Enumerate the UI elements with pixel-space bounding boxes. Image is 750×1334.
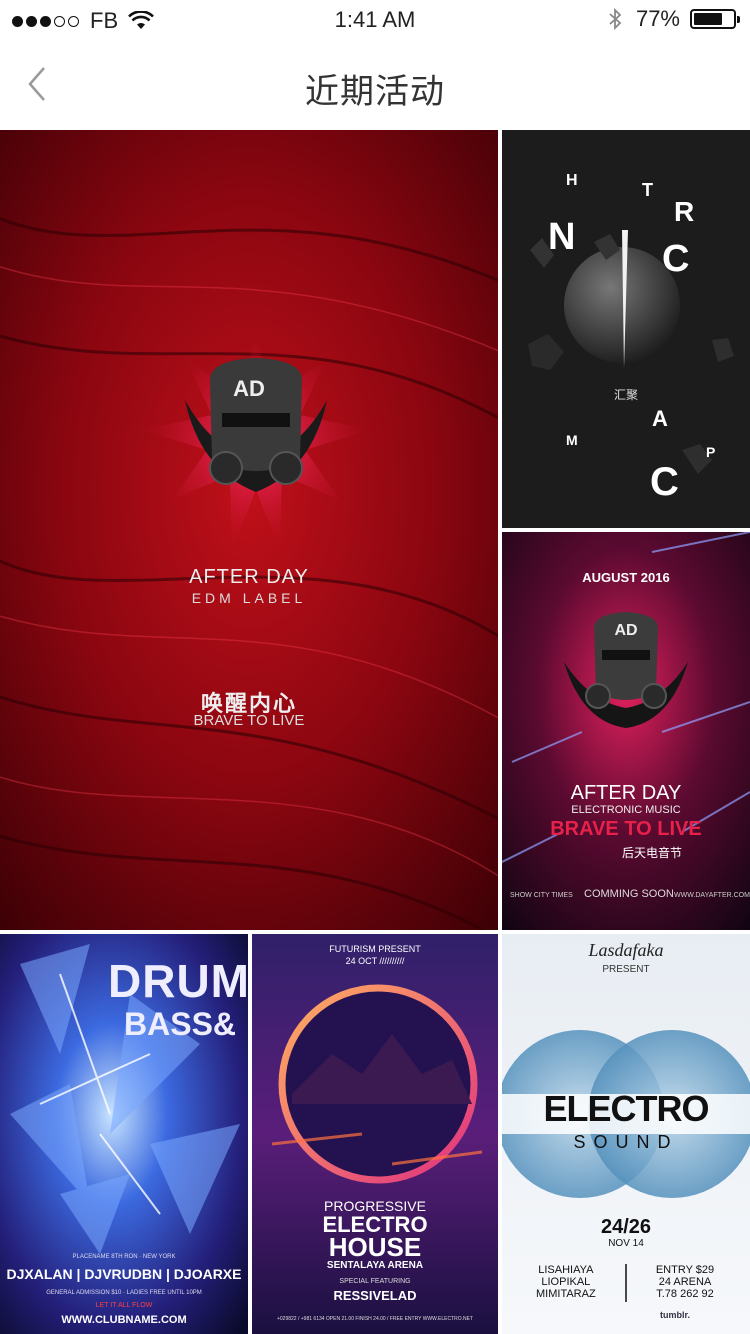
space-letter: H [566,172,578,189]
house-footer: +029822 / +981 6134 OPEN 21.00 FINISH 24… [276,1316,473,1322]
afterday-august-slogan: BRAVE TO LIVE [550,818,702,840]
poster-electro-house-art [252,934,498,1334]
space-letter: P [706,444,716,460]
electro-entry: ENTRY $29 [655,1264,715,1276]
electro-social: tumblr. [660,1310,691,1320]
electro-venue: 24 ARENA [658,1276,712,1288]
space-letter: C [662,238,690,280]
drum-subtitle: BASS& [124,1006,237,1042]
afterday-subtitle: EDM LABEL [191,590,307,606]
drum-djs: DJXALAN | DJVRUDBN | DJOARXE [6,1266,242,1282]
poster-drum-bass[interactable]: DRUM BASS& PLACENAME 8TH RON · NEW YORK … [0,934,248,1334]
house-featuring: RESSIVELAD [333,1288,417,1303]
afterday-august-footer-right: WWW.DAYAFTER.COM [674,892,750,899]
electro-present: PRESENT [602,964,650,975]
house-venue: SENTALAYA ARENA [326,1260,424,1271]
poster-afterday-main[interactable]: AD AFTER DAY EDM LABEL 唤醒内心 BRAVE TO LIV… [0,130,498,930]
space-letter: R [674,196,695,227]
nav-bar: 近期活动 [0,40,750,128]
battery-icon [690,9,740,29]
afterday-august-festival: 后天电音节 [622,846,683,860]
status-bar: FB 1:41 AM 77% [0,0,750,40]
poster-electro-sound[interactable]: Lasdafaka PRESENT ELECTRO SOUND 24/26 NO… [502,934,750,1334]
electro-month: NOV 14 [608,1238,644,1249]
bluetooth-icon [609,7,622,31]
poster-space[interactable]: H T R N C M A P C 汇聚 [502,130,750,528]
poster-afterday-august[interactable]: AUGUST 2016 AD AFTER DAY ELECTRONIC MUSI… [502,532,750,930]
electro-title: ELECTRO [543,1088,709,1129]
electro-brand: Lasdafaka [588,940,664,960]
poster-afterday-august-art [502,532,750,930]
drum-venue: PLACENAME 8TH RON · NEW YORK [72,1254,176,1260]
drum-admission: GENERAL ADMISSION $10 · LADIES FREE UNTI… [46,1290,202,1296]
afterday-august-date: AUGUST 2016 [582,570,670,585]
battery-percent: 77% [635,6,680,31]
house-line3: HOUSE [328,1232,422,1262]
drum-tagline: LET IT ALL FLOW [95,1302,153,1309]
poster-afterday-main-art [0,130,498,930]
house-featuring-label: SPECIAL FEATURING [339,1278,411,1285]
afterday-august-footer-left: SHOW CITY TIMES [510,892,573,899]
space-letter: N [548,216,576,258]
afterday-slogan-en: BRAVE TO LIVE [193,712,305,729]
space-caption: 汇聚 [613,388,638,402]
poster-space-art [502,130,750,528]
space-letter: M [566,432,578,448]
afterday-title: AFTER DAY [189,566,309,588]
electro-subtitle: SOUND [573,1132,679,1152]
afterday-august-logo: AD [614,622,638,639]
space-letter: T [642,180,653,200]
electro-date: 24/26 [600,1216,652,1238]
electro-dj: LISAHIAYA [538,1264,594,1276]
electro-info: ENTRY $29 24 ARENA T.78 262 92 [640,1264,730,1300]
battery-group: 77% [608,6,740,32]
afterday-august-subtitle: ELECTRONIC MUSIC [571,804,681,816]
space-letter: C [650,460,679,504]
afterday-logo: AD [233,376,265,401]
page-title: 近期活动 [305,73,445,111]
electro-dj: LIOPIKAL [541,1276,591,1288]
electro-dj: MIMITARAZ [536,1288,596,1300]
afterday-august-title: AFTER DAY [570,782,682,804]
electro-dj-list: LISAHIAYA LIOPIKAL MIMITARAZ [536,1264,596,1300]
house-presenter: FUTURISM PRESENT [329,944,421,954]
poster-electro-house[interactable]: FUTURISM PRESENT 24 OCT ////////// PROGR… [252,934,498,1334]
electro-phone: T.78 262 92 [656,1288,714,1300]
drum-title: DRUM [108,955,248,1007]
space-letter: A [652,406,668,431]
house-date: 24 OCT ////////// [345,956,405,966]
afterday-august-footer-center: COMMING SOON [584,888,674,900]
drum-website: WWW.CLUBNAME.COM [61,1314,187,1326]
